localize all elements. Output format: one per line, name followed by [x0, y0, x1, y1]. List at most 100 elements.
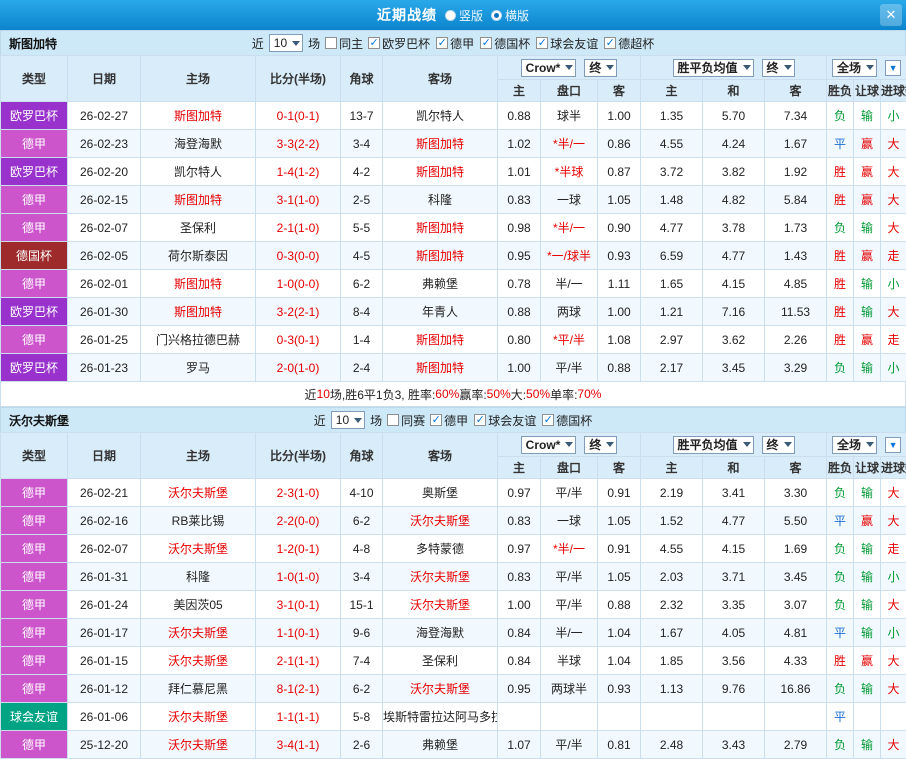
odds-stage-select[interactable]: 终 — [584, 59, 617, 77]
radio-vertical-layout[interactable]: 竖版 — [445, 7, 483, 24]
avg-win: 1.65 — [641, 270, 703, 298]
league-checkbox[interactable]: ✓德国杯 — [480, 35, 530, 52]
column-header-result: 胜负 — [827, 457, 854, 479]
avg-type-select[interactable]: 胜平负均值 — [673, 436, 754, 454]
type-badge: 德国杯 — [1, 242, 68, 270]
avg-stage-select[interactable]: 终 — [762, 436, 795, 454]
odds-dropdown-cell: Crow* 终 — [498, 56, 641, 80]
avg-draw: 3.82 — [703, 158, 765, 186]
result-handicap: 赢 — [854, 130, 881, 158]
result-outcome: 负 — [827, 354, 854, 382]
league-checkbox[interactable]: ✓德超杯 — [604, 35, 654, 52]
home-team: RB莱比锡 — [141, 507, 256, 535]
away-team: 斯图加特 — [383, 214, 498, 242]
match-date: 26-02-05 — [68, 242, 141, 270]
away-team: 沃尔夫斯堡 — [383, 563, 498, 591]
collapse-arrow-button[interactable]: ▼ — [885, 60, 901, 76]
corner-score: 9-6 — [341, 619, 383, 647]
matches-table-wolfsburg: 类型 日期 主场 比分(半场) 角球 客场 Crow* 终 胜平负均值 终 — [0, 432, 906, 759]
type-badge: 德甲 — [1, 563, 68, 591]
avg-type-select[interactable]: 胜平负均值 — [673, 59, 754, 77]
close-icon[interactable]: ✕ — [880, 4, 902, 26]
match-count-select[interactable]: 10 — [269, 34, 303, 52]
home-odds: 0.97 — [498, 479, 541, 507]
result-handicap: 输 — [854, 479, 881, 507]
avg-lose: 7.34 — [765, 102, 827, 130]
handicap-line: *半球 — [541, 158, 598, 186]
match-date: 26-01-25 — [68, 326, 141, 354]
scope-select[interactable]: 全场 — [832, 436, 877, 454]
league-checkbox[interactable]: ✓球会友谊 — [474, 412, 536, 429]
match-count-select[interactable]: 10 — [331, 411, 365, 429]
home-odds: 1.01 — [498, 158, 541, 186]
chevron-down-icon — [606, 65, 614, 70]
column-header-odds-away: 客 — [598, 457, 641, 479]
result-outcome: 胜 — [827, 186, 854, 214]
avg-stage-select[interactable]: 终 — [762, 59, 795, 77]
recent-results-panel: 近期战绩 竖版 横版 ✕ 斯图加特 近 10 场 同主 ✓欧罗巴杯✓德甲✓德国杯… — [0, 0, 906, 759]
league-checkbox[interactable]: ✓欧罗巴杯 — [368, 35, 430, 52]
result-handicap: 赢 — [854, 326, 881, 354]
avg-lose: 5.50 — [765, 507, 827, 535]
avg-lose: 1.73 — [765, 214, 827, 242]
home-team: 海登海默 — [141, 130, 256, 158]
league-checkbox[interactable]: ✓德甲 — [430, 412, 468, 429]
away-team: 弗赖堡 — [383, 731, 498, 759]
avg-win: 2.03 — [641, 563, 703, 591]
radio-horizontal-layout[interactable]: 横版 — [491, 7, 529, 24]
league-checkbox[interactable]: ✓德国杯 — [542, 412, 592, 429]
corner-score: 4-5 — [341, 242, 383, 270]
avg-draw: 3.41 — [703, 479, 765, 507]
header-dropdown-row: 类型 日期 主场 比分(半场) 角球 客场 Crow* 终 胜平负均值 终 — [1, 433, 906, 457]
match-row: 德甲26-02-21沃尔夫斯堡2-3(1-0)4-10奥斯堡0.97平/半0.9… — [1, 479, 906, 507]
away-team: 沃尔夫斯堡 — [383, 675, 498, 703]
type-badge: 德甲 — [1, 507, 68, 535]
collapse-arrow-button[interactable]: ▼ — [885, 437, 901, 453]
corner-score: 5-8 — [341, 703, 383, 731]
bookmaker-select[interactable]: Crow* — [521, 59, 577, 77]
near-label: 近 — [314, 412, 326, 429]
bookmaker-select[interactable]: Crow* — [521, 436, 577, 454]
same-home-checkbox[interactable]: 同主 — [325, 35, 363, 52]
summary-segment: 大: — [511, 386, 526, 403]
odds-stage-select[interactable]: 终 — [584, 436, 617, 454]
handicap-line: *一/球半 — [541, 242, 598, 270]
same-competition-checkbox[interactable]: 同赛 — [387, 412, 425, 429]
match-row: 德甲26-02-23海登海默3-3(2-2)3-4斯图加特1.02*半/一0.8… — [1, 130, 906, 158]
away-team: 斯图加特 — [383, 354, 498, 382]
avg-draw: 3.78 — [703, 214, 765, 242]
type-badge: 德甲 — [1, 731, 68, 759]
result-outcome: 胜 — [827, 298, 854, 326]
column-header-score: 比分(半场) — [256, 433, 341, 479]
league-checkbox-label: 球会友谊 — [550, 35, 598, 52]
scope-dropdown-cell: 全场 ▼ — [827, 433, 906, 457]
avg-win: 1.48 — [641, 186, 703, 214]
scope-select[interactable]: 全场 — [832, 59, 877, 77]
match-row: 德甲26-02-15斯图加特3-1(1-0)2-5科隆0.83一球1.051.4… — [1, 186, 906, 214]
home-odds: 0.83 — [498, 563, 541, 591]
away-odds: 1.05 — [598, 507, 641, 535]
result-handicap: 输 — [854, 563, 881, 591]
radio-selected-icon — [491, 10, 502, 21]
score: 3-3(2-2) — [256, 130, 341, 158]
away-team: 海登海默 — [383, 619, 498, 647]
column-header-goals: 进球数 — [881, 457, 906, 479]
games-label: 场 — [370, 412, 382, 429]
match-date: 26-01-31 — [68, 563, 141, 591]
corner-score: 5-5 — [341, 214, 383, 242]
type-badge: 德甲 — [1, 647, 68, 675]
league-checkbox[interactable]: ✓德甲 — [436, 35, 474, 52]
home-team: 沃尔夫斯堡 — [141, 619, 256, 647]
avg-lose: 1.43 — [765, 242, 827, 270]
result-outcome: 平 — [827, 507, 854, 535]
type-badge: 欧罗巴杯 — [1, 102, 68, 130]
home-team: 沃尔夫斯堡 — [141, 703, 256, 731]
column-header-avg-draw: 和 — [703, 457, 765, 479]
avg-win — [641, 703, 703, 731]
result-handicap: 输 — [854, 298, 881, 326]
match-date: 26-02-23 — [68, 130, 141, 158]
league-checkbox[interactable]: ✓球会友谊 — [536, 35, 598, 52]
home-team: 沃尔夫斯堡 — [141, 479, 256, 507]
summary-segment: 70% — [577, 387, 601, 401]
away-odds: 1.04 — [598, 647, 641, 675]
